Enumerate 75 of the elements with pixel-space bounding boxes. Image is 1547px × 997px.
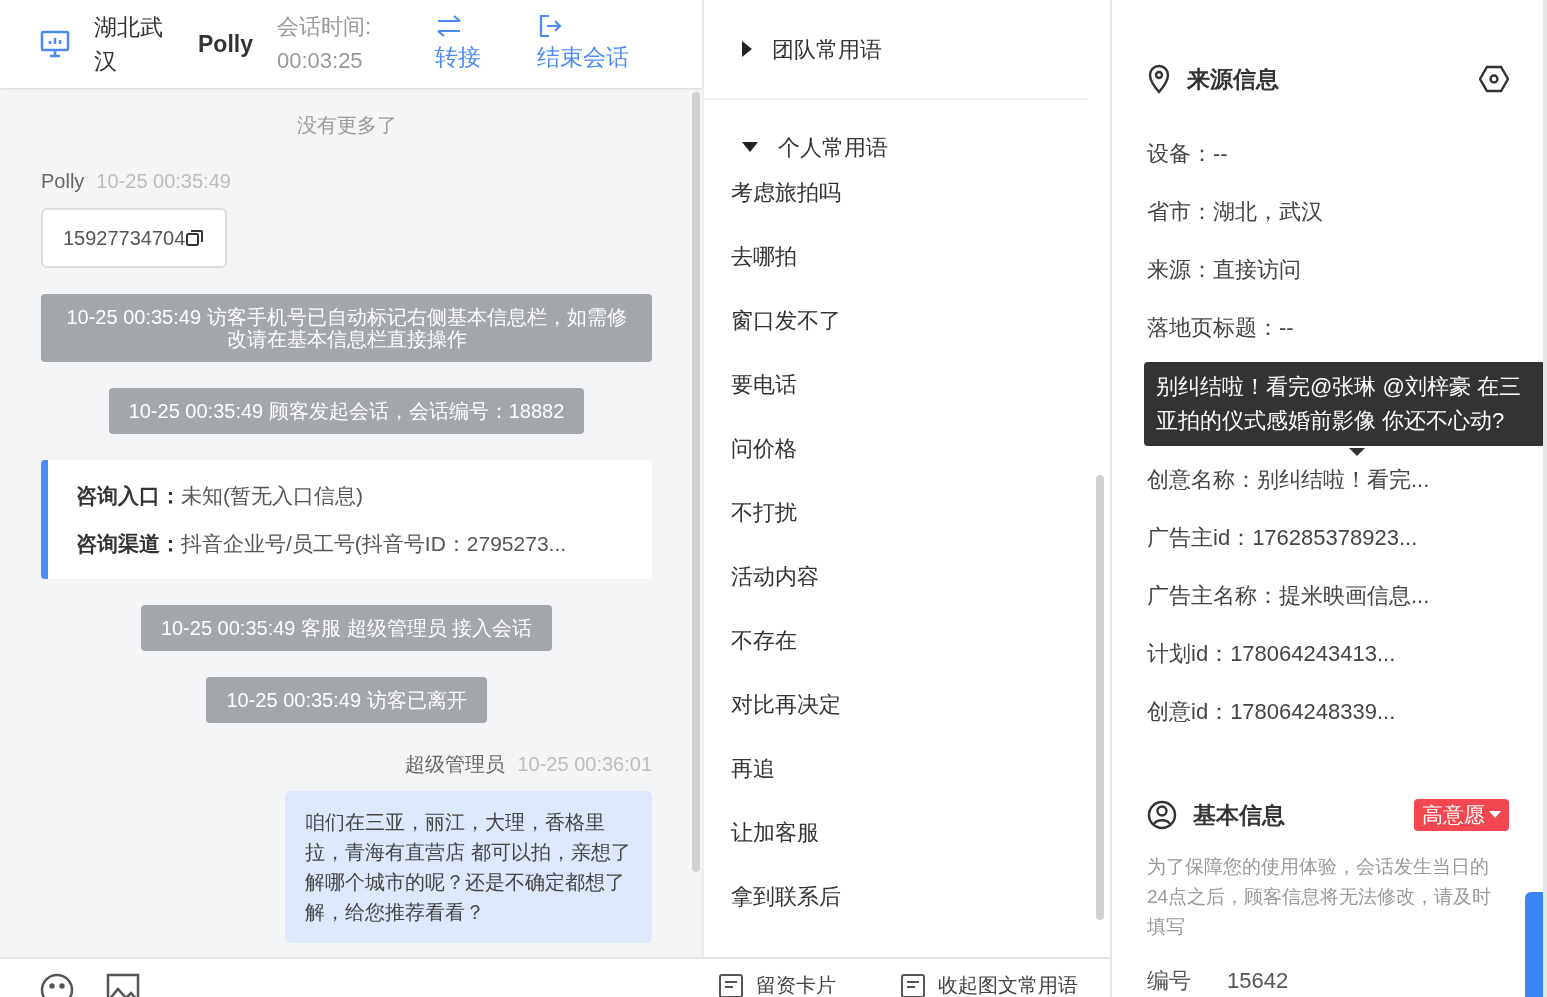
toolbar-button[interactable]: 留资卡片 (718, 973, 836, 997)
no-more-notice: 没有更多了 (296, 113, 397, 138)
duration-label: 会话时间: (276, 13, 372, 41)
phrase-item[interactable]: 不存在 (704, 608, 1096, 672)
phrase-group-header[interactable]: 团队常用语 (704, 0, 882, 98)
field-value: 直接访问 (1213, 255, 1301, 284)
system-message: 10-25 00:35:49 访客已离开 (206, 677, 487, 723)
field-value: -- (1279, 313, 1294, 342)
copy-icon[interactable] (185, 228, 206, 248)
phrase-item[interactable]: 让加客服 (704, 800, 1096, 864)
document-icon (718, 973, 744, 997)
field-label: 来源： (1147, 255, 1213, 284)
system-message: 10-25 00:35:49 客服 超级管理员 接入会话 (140, 605, 553, 651)
phrase-item[interactable]: 窗口发不了 (704, 288, 1096, 352)
image-icon[interactable] (106, 973, 140, 997)
field-label: 省市： (1147, 197, 1213, 226)
entry-label: 咨询入口： (76, 483, 181, 509)
phrase-item[interactable]: 要电话 (704, 352, 1096, 416)
entry-label: 咨询渠道： (76, 530, 181, 557)
system-message: 10-25 00:35:49 顾客发起会话，会话编号：18882 (108, 388, 585, 434)
location-pin-icon (1147, 64, 1171, 95)
message-time: 10-25 00:35:49 (96, 169, 231, 194)
field-label: 编号 (1147, 967, 1191, 995)
notice-text: 为了保障您的使用体验，会话发生当日的24点之后，顾客信息将无法修改，请及时填写 (1147, 855, 1493, 939)
field-label: 落地页标题： (1147, 313, 1279, 342)
message-time: 10-25 00:36:01 (517, 752, 652, 777)
user-circle-icon (1147, 799, 1177, 830)
phrase-item[interactable]: 拿到联系后 (704, 864, 1096, 928)
field-value: -- (1213, 139, 1228, 168)
entry-value: 抖音企业号/员工号(抖音号ID：2795273... (181, 530, 567, 557)
toolbar-button[interactable]: 收起图文常用语 (900, 973, 1078, 997)
field-value: 178064243413... (1230, 639, 1396, 668)
field-label: 广告主id： (1147, 523, 1253, 552)
duration-value: 00:03:25 (276, 47, 364, 75)
system-message: 10-25 00:35:49 访客手机号已自动标记右侧基本信息栏，如需修改请在基本信息栏直接操作 (41, 294, 652, 362)
monitor-icon (40, 30, 70, 58)
intent-dropdown[interactable]: 高意愿 (1414, 798, 1509, 831)
field-label: 计划id： (1147, 639, 1231, 668)
field-value: 178064248339... (1230, 697, 1396, 726)
phrase-item[interactable]: 去哪拍 (704, 224, 1096, 288)
visitor-name: Polly (198, 29, 253, 59)
caret-down-icon (742, 142, 758, 152)
phone-number: 15927734704 (63, 226, 186, 251)
tooltip-text: 别纠结啦！看完@张琳 @刘梓豪 在三 (1156, 372, 1522, 401)
field-label: 创意名称： (1147, 465, 1257, 494)
field-value: 15642 (1227, 967, 1289, 995)
phrase-item[interactable]: 活动内容 (704, 544, 1096, 608)
section-title: 来源信息 (1187, 65, 1280, 94)
scrollbar[interactable] (1096, 475, 1104, 920)
emoji-icon[interactable] (40, 973, 74, 997)
tooltip-text: 亚拍的仪式感婚前影像 你还不心动? (1156, 406, 1506, 435)
sender-name: Polly (41, 169, 85, 194)
document-icon (900, 973, 926, 997)
message-bubble: 咱们在三亚，丽江，大理，香格里拉，青海有直营店 都可以拍，亲想了解哪个城市的呢？还是不确定都想了解，给您推荐看看？ (285, 791, 652, 943)
exit-icon (537, 13, 564, 39)
scrollbar[interactable] (692, 92, 700, 872)
field-value: 176285378923... (1252, 523, 1418, 552)
field-value: 提米映画信息... (1279, 581, 1430, 610)
entry-value: 未知(暂无入口信息) (181, 483, 363, 509)
field-value: 湖北，武汉 (1213, 197, 1323, 226)
settings-icon[interactable] (1479, 65, 1509, 94)
sender-name: 超级管理员 (405, 752, 506, 777)
field-label: 设备： (1147, 139, 1213, 168)
field-value: 别纠结啦！看完... (1257, 465, 1430, 494)
field-label: 创意id： (1147, 697, 1231, 726)
tooltip-arrow (1349, 447, 1365, 456)
section-title: 基本信息 (1193, 800, 1286, 830)
phrase-item[interactable]: 对比再决定 (704, 672, 1096, 736)
phrase-item[interactable]: 再追 (704, 736, 1096, 800)
phrase-item[interactable]: 问价格 (704, 416, 1096, 480)
caret-right-icon (742, 41, 752, 57)
visitor-location: 湖北武汉 (94, 13, 164, 76)
phrase-item[interactable]: 不打扰 (704, 480, 1096, 544)
caret-down-icon (1489, 810, 1501, 819)
field-label: 广告主名称： (1147, 581, 1279, 610)
